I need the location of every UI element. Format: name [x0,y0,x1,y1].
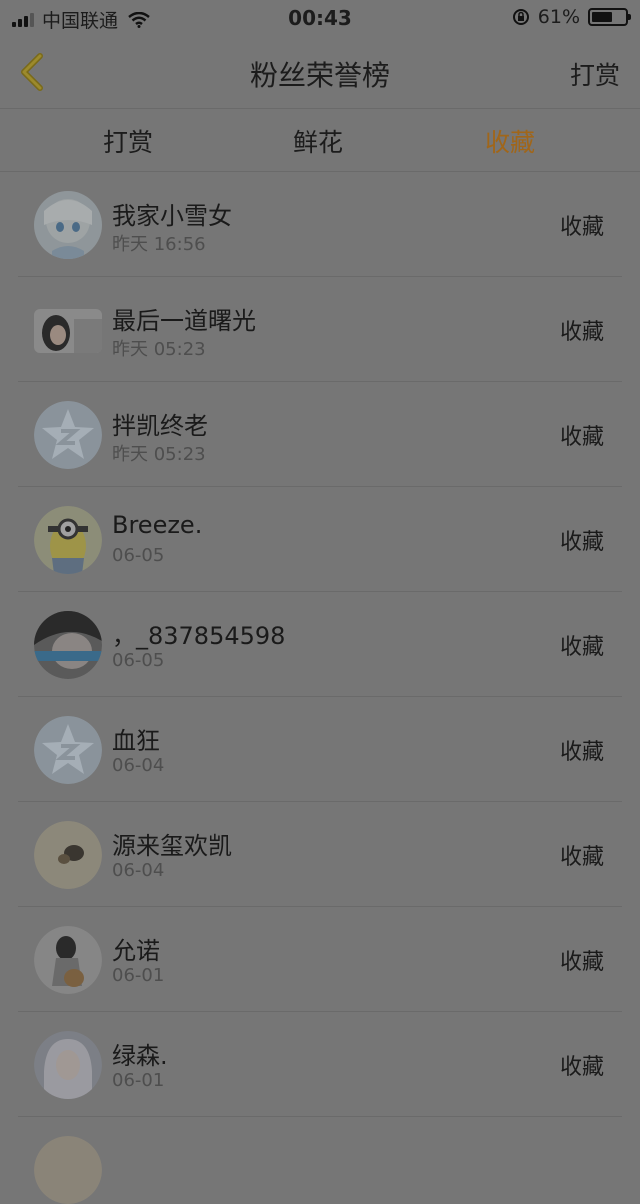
timestamp: 06-01 [112,965,165,986]
battery-icon [588,8,631,26]
list-item[interactable]: ，_837854598 06-05 收藏 [18,592,622,697]
list-item[interactable]: 血狂 06-04 收藏 [18,697,622,802]
favorite-label: 收藏 [559,635,604,660]
favorite-label: 收藏 [559,1055,604,1080]
list-item[interactable]: 绿森. 06-01 收藏 [18,1012,622,1117]
user-name: 绿森. [112,1042,168,1070]
favorite-label: 收藏 [559,320,604,345]
battery-percent: 61% [537,6,580,28]
timestamp: 昨天 05:23 [112,339,206,360]
user-name: 源来玺欢凯 [112,832,232,860]
avatar [34,191,102,259]
avatar [34,506,102,574]
avatar [34,1136,102,1204]
page-title: 粉丝荣誉榜 [249,59,390,92]
user-name: 血狂 [112,727,160,755]
favorite-label: 收藏 [559,425,604,450]
default-avatar-icon [34,401,102,469]
list-item[interactable] [18,1117,622,1204]
timestamp: 昨天 05:23 [112,444,206,465]
user-name: 我家小雪女 [112,202,232,230]
avatar [34,1031,102,1099]
tab-flowers[interactable]: 鲜花 [293,123,343,159]
nav-bar: 粉丝荣誉榜 打赏 [0,36,640,109]
list-item[interactable]: 允诺 06-01 收藏 [18,907,622,1012]
favorite-label: 收藏 [559,215,604,240]
timestamp: 06-05 [112,650,165,671]
tab-favorites[interactable]: 收藏 [485,123,535,159]
timestamp: 06-04 [112,860,165,881]
user-name: 最后一道曙光 [112,307,256,335]
user-name: 允诺 [112,937,160,965]
timestamp: 06-04 [112,755,165,776]
favorite-label: 收藏 [559,845,604,870]
favorite-label: 收藏 [559,530,604,555]
avatar [34,611,102,679]
avatar [34,309,102,353]
rotation-lock-icon [512,9,529,25]
favorite-label: 收藏 [559,950,604,975]
user-name: Breeze. [112,511,203,539]
reward-button[interactable]: 打赏 [570,56,620,92]
tab-bar: 打赏 鲜花 收藏 [0,109,640,172]
fan-list: 我家小雪女 昨天 16:56 收藏 最后一道曙光 昨天 05:23 收藏 拌凯终… [0,172,640,1204]
user-name: 拌凯终老 [112,412,208,440]
status-bar: 中国联通 00:43 61% [0,0,640,36]
favorite-label: 收藏 [559,740,604,765]
timestamp: 昨天 16:56 [112,234,206,255]
avatar [34,926,102,994]
avatar [34,821,102,889]
tab-reward[interactable]: 打赏 [103,123,153,159]
default-avatar-icon [34,716,102,784]
list-item[interactable]: 源来玺欢凯 06-04 收藏 [18,802,622,907]
timestamp: 06-01 [112,1070,165,1091]
list-item[interactable]: 最后一道曙光 昨天 05:23 收藏 [18,277,622,382]
list-item[interactable]: Breeze. 06-05 收藏 [18,487,622,592]
list-item[interactable]: 拌凯终老 昨天 05:23 收藏 [18,382,622,487]
timestamp: 06-05 [112,545,165,566]
list-item[interactable]: 我家小雪女 昨天 16:56 收藏 [18,172,622,277]
user-name: ，_837854598 [112,622,286,650]
